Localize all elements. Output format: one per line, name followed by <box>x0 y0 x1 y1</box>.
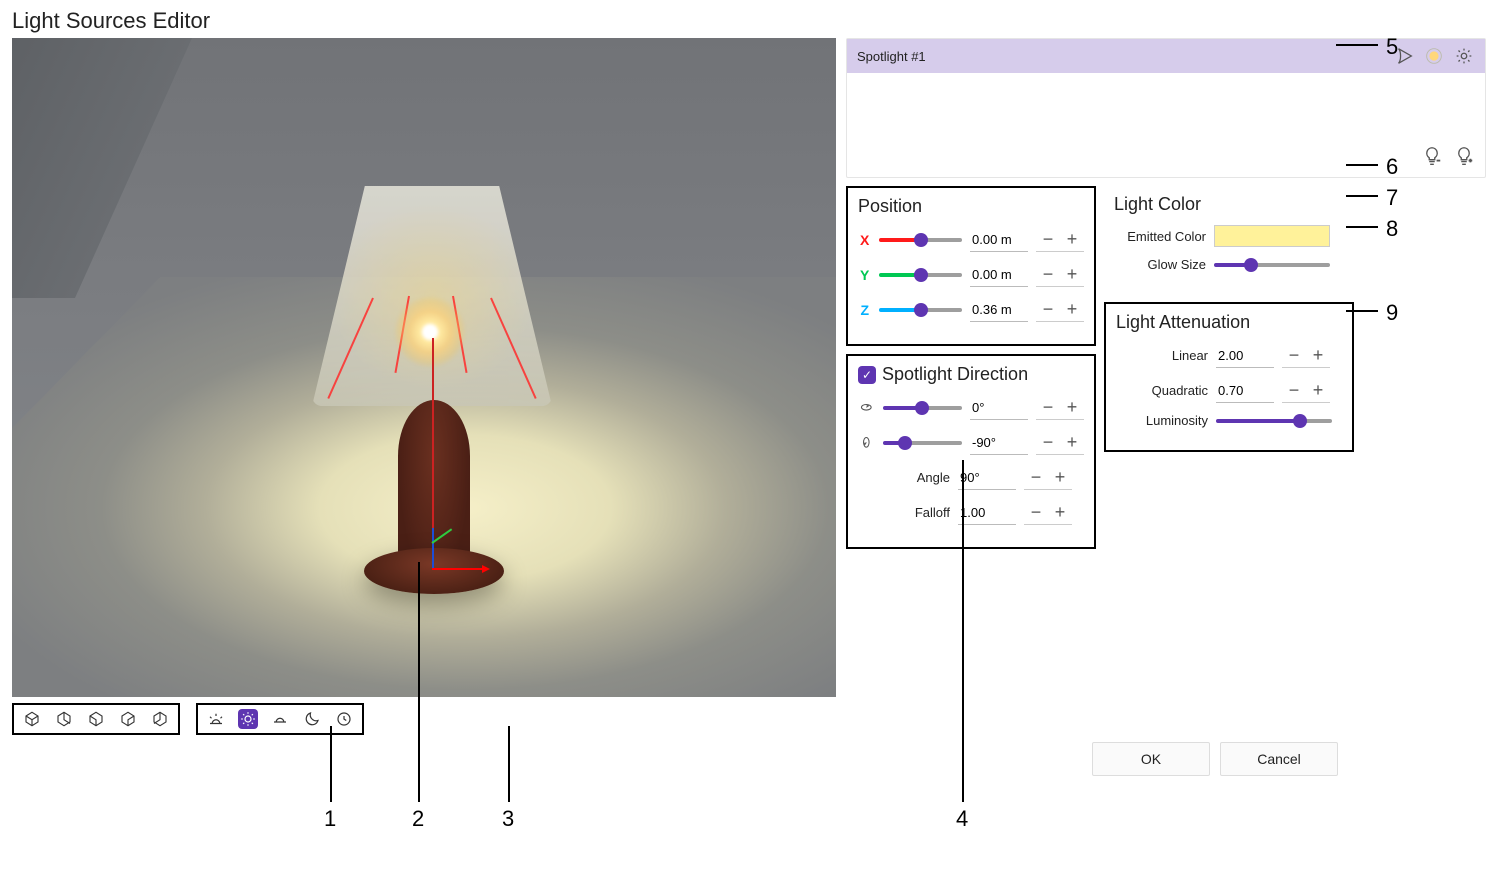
position-x-decrement[interactable]: − <box>1036 227 1060 251</box>
selected-light-name[interactable]: Spotlight #1 <box>857 49 926 64</box>
light-glow <box>394 296 466 368</box>
rotation-h-decrement[interactable]: − <box>1036 395 1060 419</box>
camera-views-toolbar <box>12 703 180 735</box>
position-z-decrement[interactable]: − <box>1036 297 1060 321</box>
remove-light-icon[interactable] <box>1421 145 1443 167</box>
attenuation-title: Light Attenuation <box>1116 312 1342 333</box>
spotlight-direction-panel: ✓ Spotlight Direction −+ −+ <box>846 354 1096 549</box>
falloff-label: Falloff <box>858 505 950 520</box>
light-color-panel: Light Color Emitted Color Glow Size <box>1104 186 1354 294</box>
position-x-row: X −+ <box>858 227 1084 252</box>
ok-button[interactable]: OK <box>1092 742 1210 776</box>
rotation-v-slider[interactable] <box>883 441 962 445</box>
angle-decrement[interactable]: − <box>1024 465 1048 489</box>
position-panel: Position X −+ Y −+ Z <box>846 186 1096 346</box>
callout-9: 9 <box>1386 300 1398 326</box>
cancel-button[interactable]: Cancel <box>1220 742 1338 776</box>
position-y-row: Y −+ <box>858 262 1084 287</box>
rotation-h-increment[interactable]: + <box>1060 395 1084 419</box>
luminosity-label: Luminosity <box>1116 413 1208 428</box>
emitted-color-label: Emitted Color <box>1114 229 1206 244</box>
add-light-icon[interactable] <box>1453 145 1475 167</box>
position-x-slider[interactable] <box>879 238 962 242</box>
spotlight-enabled-checkbox[interactable]: ✓ <box>858 366 876 384</box>
emitted-color-swatch[interactable] <box>1214 225 1330 247</box>
position-y-slider[interactable] <box>879 273 962 277</box>
camera-view-icon-1[interactable] <box>22 709 42 729</box>
angle-label: Angle <box>858 470 950 485</box>
position-z-slider[interactable] <box>879 308 962 312</box>
angle-increment[interactable]: + <box>1048 465 1072 489</box>
position-z-input[interactable] <box>970 298 1028 322</box>
callout-5: 5 <box>1386 34 1398 60</box>
night-moon-icon[interactable] <box>302 709 322 729</box>
callout-6: 6 <box>1386 154 1398 180</box>
linear-label: Linear <box>1116 348 1208 363</box>
angle-input[interactable] <box>958 466 1016 490</box>
spotlight-title: Spotlight Direction <box>882 364 1028 385</box>
linear-input[interactable] <box>1216 344 1274 368</box>
rotation-h-slider[interactable] <box>883 406 962 410</box>
position-x-increment[interactable]: + <box>1060 227 1084 251</box>
quadratic-decrement[interactable]: − <box>1282 378 1306 402</box>
camera-view-icon-4[interactable] <box>118 709 138 729</box>
callout-4: 4 <box>956 806 968 832</box>
time-of-day-toolbar <box>196 703 364 735</box>
position-y-input[interactable] <box>970 263 1028 287</box>
page-title: Light Sources Editor <box>0 0 1498 38</box>
day-sun-icon[interactable] <box>238 709 258 729</box>
rotation-h-input[interactable] <box>970 396 1028 420</box>
dusk-icon[interactable] <box>270 709 290 729</box>
ambient-type-icon[interactable] <box>1453 45 1475 67</box>
glow-size-slider[interactable] <box>1214 263 1330 267</box>
luminosity-slider[interactable] <box>1216 419 1332 423</box>
linear-increment[interactable]: + <box>1306 343 1330 367</box>
position-y-increment[interactable]: + <box>1060 262 1084 286</box>
point-type-icon[interactable] <box>1423 45 1445 67</box>
rotation-v-input[interactable] <box>970 431 1028 455</box>
rotation-v-decrement[interactable]: − <box>1036 430 1060 454</box>
falloff-decrement[interactable]: − <box>1024 500 1048 524</box>
falloff-input[interactable] <box>958 501 1016 525</box>
quadratic-input[interactable] <box>1216 379 1274 403</box>
clock-icon[interactable] <box>334 709 354 729</box>
light-color-title: Light Color <box>1114 194 1344 215</box>
camera-view-icon-5[interactable] <box>150 709 170 729</box>
quadratic-increment[interactable]: + <box>1306 378 1330 402</box>
position-title: Position <box>858 196 1084 217</box>
rotate-horizontal-icon <box>858 399 875 417</box>
rotation-v-increment[interactable]: + <box>1060 430 1084 454</box>
position-z-increment[interactable]: + <box>1060 297 1084 321</box>
callout-3: 3 <box>502 806 514 832</box>
callout-1: 1 <box>324 806 336 832</box>
position-x-input[interactable] <box>970 228 1028 252</box>
light-attenuation-panel: Light Attenuation Linear −+ Quadratic −+… <box>1104 302 1354 452</box>
glow-size-label: Glow Size <box>1114 257 1206 272</box>
rotate-vertical-icon <box>858 434 875 452</box>
linear-decrement[interactable]: − <box>1282 343 1306 367</box>
falloff-increment[interactable]: + <box>1048 500 1072 524</box>
camera-view-icon-2[interactable] <box>54 709 74 729</box>
callout-2: 2 <box>412 806 424 832</box>
position-y-decrement[interactable]: − <box>1036 262 1060 286</box>
camera-view-icon-3[interactable] <box>86 709 106 729</box>
callout-8: 8 <box>1386 216 1398 242</box>
position-z-row: Z −+ <box>858 297 1084 322</box>
callout-7: 7 <box>1386 185 1398 211</box>
quadratic-label: Quadratic <box>1116 383 1208 398</box>
dawn-icon[interactable] <box>206 709 226 729</box>
3d-viewport[interactable] <box>12 38 836 697</box>
